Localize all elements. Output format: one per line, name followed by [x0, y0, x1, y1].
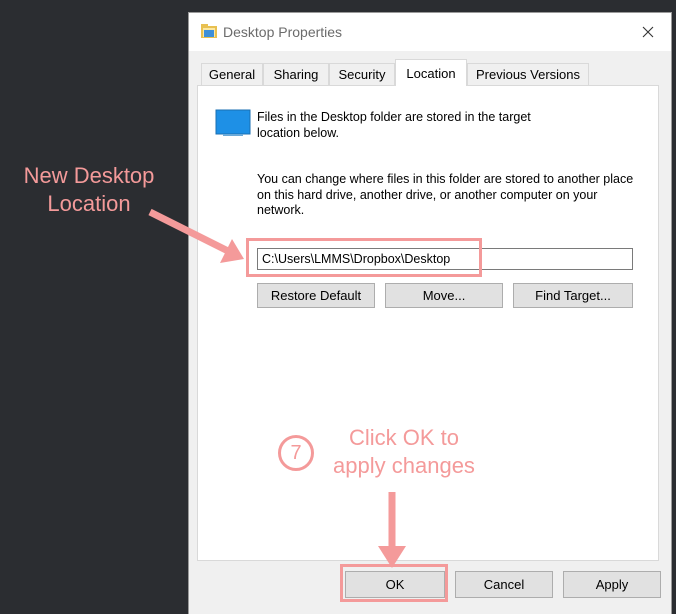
tab-label: General: [208, 67, 256, 82]
new-location-annotation: New Desktop Location: [23, 163, 155, 216]
location-description: Files in the Desktop folder are stored i…: [257, 110, 531, 140]
apply-button[interactable]: Apply: [563, 571, 661, 598]
tab-label: Sharing: [273, 67, 319, 82]
title-bar: Desktop Properties: [189, 13, 671, 51]
move-button[interactable]: Move...: [385, 283, 503, 308]
close-button[interactable]: [625, 13, 671, 51]
cancel-button[interactable]: Cancel: [455, 571, 553, 598]
desktop-folder-icon: [215, 109, 251, 136]
path-highlight: [246, 238, 482, 277]
tab-previous-versions[interactable]: Previous Versions: [467, 63, 589, 85]
close-icon: [642, 26, 654, 38]
step-number-badge: 7: [278, 435, 314, 471]
folder-icon: [201, 24, 217, 38]
tab-label: Security: [338, 67, 386, 82]
tab-security[interactable]: Security: [329, 63, 395, 85]
change-location-description: You can change where files in this folde…: [257, 172, 634, 217]
find-target-button[interactable]: Find Target...: [513, 283, 633, 308]
restore-default-button[interactable]: Restore Default: [257, 283, 375, 308]
window-title: Desktop Properties: [223, 24, 343, 40]
tab-label: Location: [406, 65, 456, 81]
location-panel: Files in the Desktop folder are stored i…: [197, 85, 659, 561]
tab-location[interactable]: Location: [395, 59, 467, 86]
tab-general[interactable]: General: [201, 63, 263, 85]
click-ok-annotation: Click OK to apply changes: [333, 425, 475, 478]
tab-sharing[interactable]: Sharing: [263, 63, 329, 85]
ok-highlight: [340, 564, 448, 602]
properties-dialog: Desktop Properties General Sharing Secur…: [188, 12, 672, 614]
tab-label: Previous Versions: [475, 67, 581, 82]
